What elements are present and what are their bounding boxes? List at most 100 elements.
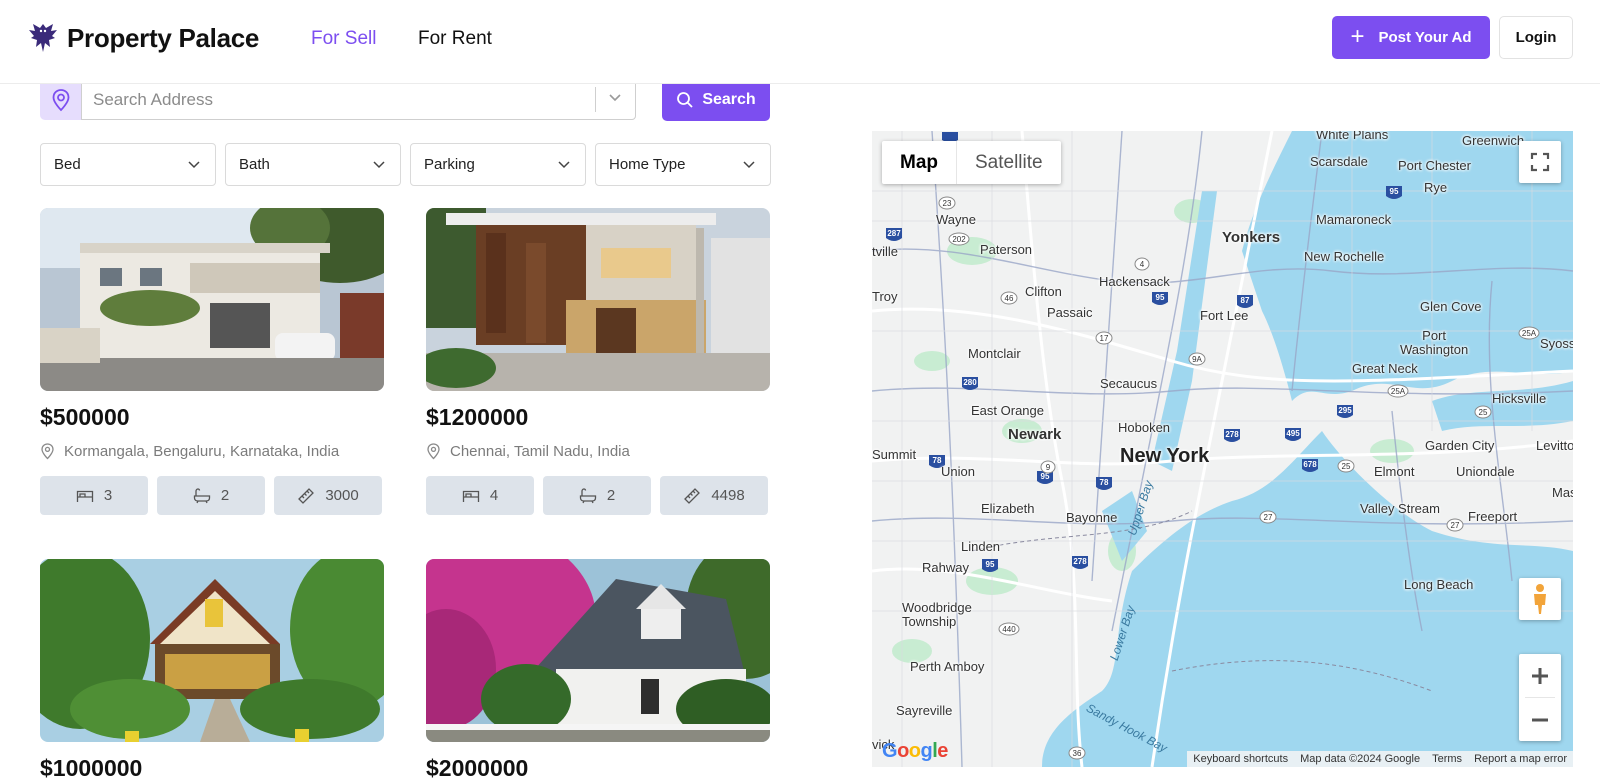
map-label: Woodbridge Township (902, 600, 972, 629)
map-label: Secaucus (1100, 376, 1158, 391)
map-label: Clifton (1025, 284, 1062, 299)
fullscreen-button[interactable] (1519, 141, 1561, 183)
bed-count-value: 4 (489, 487, 499, 504)
bed-count: 3 (40, 476, 148, 515)
map-label: Linden (961, 539, 1001, 554)
listing-card[interactable]: $500000 Kormangala, Bengaluru, Karnataka… (40, 208, 384, 515)
plus-icon: + (1350, 22, 1365, 50)
search-button[interactable]: Search (662, 79, 770, 121)
search-divider (595, 87, 596, 112)
map-label: Elmont (1374, 464, 1415, 479)
chevron-down-icon (743, 160, 755, 168)
location-pin-icon (427, 443, 440, 460)
svg-text:202: 202 (952, 235, 966, 244)
chevron-down-icon (373, 160, 385, 168)
svg-text:9: 9 (1046, 463, 1051, 472)
svg-text:23: 23 (943, 199, 952, 208)
chevron-down-icon (558, 160, 570, 168)
svg-text:27: 27 (1451, 521, 1460, 530)
map-label: Long Beach (1404, 577, 1474, 592)
bed-count: 4 (426, 476, 534, 515)
svg-text:25: 25 (1342, 462, 1351, 471)
listing-photo[interactable] (40, 208, 384, 391)
zoom-in-button[interactable] (1519, 654, 1561, 697)
bed-icon (76, 490, 93, 502)
bath-count: 2 (543, 476, 651, 515)
pegman-icon (1534, 584, 1546, 614)
map-label: Valley Stream (1360, 501, 1440, 516)
brand-logo[interactable]: Property Palace (27, 21, 259, 55)
map-label: Perth Amboy (910, 659, 985, 674)
map-label: tville (872, 244, 899, 259)
svg-text:95: 95 (986, 560, 995, 569)
map-label: Mas (1552, 485, 1573, 500)
map-label: Syoss (1540, 336, 1573, 351)
bath-count-value: 2 (220, 487, 230, 504)
map-type-control: Map Satellite (882, 141, 1061, 184)
listing-address-text: Kormangala, Bengaluru, Karnataka, India (64, 443, 340, 460)
nav-for-sell[interactable]: For Sell (311, 28, 376, 50)
svg-text:25: 25 (1479, 408, 1488, 417)
street-view-pegman[interactable] (1519, 578, 1561, 620)
filter-bath[interactable]: Bath (225, 143, 401, 186)
ruler-icon (298, 487, 315, 504)
bath-icon (193, 487, 210, 503)
map-label: Rahway (922, 560, 969, 575)
svg-text:95: 95 (1156, 293, 1165, 302)
keyboard-shortcuts-link[interactable]: Keyboard shortcuts (1193, 753, 1288, 765)
filter-bath-label: Bath (239, 156, 270, 173)
location-pin-icon (41, 443, 54, 460)
svg-text:280: 280 (963, 378, 977, 387)
report-map-error-link[interactable]: Report a map error (1474, 753, 1567, 765)
map-data-attribution: Map data ©2024 Google (1300, 753, 1421, 765)
map-label: White Plains (1316, 131, 1389, 142)
listing-features: 3 2 3000 (40, 476, 384, 515)
map-label: Sayreville (896, 703, 953, 718)
bed-icon (462, 490, 479, 502)
filter-parking-label: Parking (424, 156, 475, 173)
map-label: Glen Cove (1420, 299, 1482, 314)
listing-price: $500000 (40, 404, 130, 430)
map-label: Fort Lee (1200, 308, 1249, 323)
zoom-control (1519, 654, 1561, 741)
filter-parking[interactable]: Parking (410, 143, 586, 186)
bath-count: 2 (157, 476, 265, 515)
terms-link[interactable]: Terms (1432, 753, 1462, 765)
svg-text:278: 278 (1225, 430, 1239, 439)
listing-card[interactable]: $1000000 (40, 559, 384, 782)
zoom-out-button[interactable] (1519, 698, 1561, 741)
filter-bed[interactable]: Bed (40, 143, 216, 186)
map-type-map-button[interactable]: Map (882, 141, 956, 184)
filter-home-type[interactable]: Home Type (595, 143, 771, 186)
location-pin-icon (52, 88, 70, 111)
search-address-input[interactable] (81, 79, 636, 120)
chevron-down-icon[interactable] (608, 90, 622, 106)
bed-count-value: 3 (103, 487, 113, 504)
svg-text:278: 278 (1073, 557, 1087, 566)
map-label: Greenwich (1462, 133, 1525, 148)
map-label: Rye (1424, 180, 1448, 195)
listing-photo[interactable] (426, 559, 770, 742)
area-value: 4498 (660, 476, 768, 515)
map-view[interactable]: 287 280 95 87 78 95 78 278 495 295 678 2… (872, 131, 1573, 767)
map-label: Elizabeth (981, 501, 1035, 516)
map-label: Port Chester (1398, 158, 1471, 173)
post-ad-button[interactable]: + Post Your Ad (1332, 16, 1490, 59)
listing-card[interactable]: $2000000 (426, 559, 770, 782)
map-type-satellite-button[interactable]: Satellite (956, 141, 1061, 184)
listing-card[interactable]: $1200000 Chennai, Tamil Nadu, India 4 2 … (426, 208, 770, 515)
post-ad-label: Post Your Ad (1378, 29, 1472, 46)
svg-text:36: 36 (1073, 749, 1082, 758)
map-label: Bayonne (1066, 510, 1118, 525)
brand-name: Property Palace (67, 22, 260, 53)
nav-for-rent[interactable]: For Rent (418, 28, 492, 50)
map-label: New York (1120, 445, 1210, 467)
listing-photo[interactable] (426, 208, 770, 391)
svg-text:27: 27 (1264, 513, 1273, 522)
map-label: Union (941, 464, 975, 479)
listing-price: $2000000 (426, 755, 529, 781)
svg-text:295: 295 (1338, 406, 1352, 415)
google-logo[interactable]: Google (882, 740, 948, 763)
login-button[interactable]: Login (1499, 16, 1573, 59)
listing-photo[interactable] (40, 559, 384, 742)
